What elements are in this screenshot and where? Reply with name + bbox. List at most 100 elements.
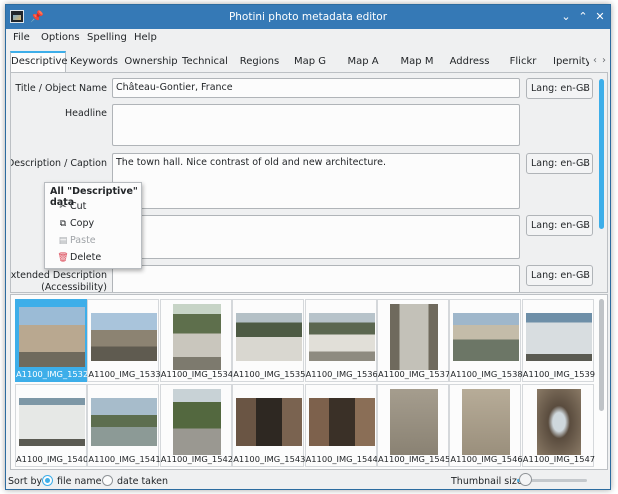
- thumbnail-caption: A1100_IMG_1541: [88, 454, 161, 464]
- tab-keywords[interactable]: Keywords: [68, 53, 120, 72]
- thumbnail-caption: A1100_IMG_1543: [233, 454, 306, 464]
- tab-ownership[interactable]: Ownership: [121, 53, 181, 72]
- extended-description-label: Extended Description: [10, 270, 107, 281]
- thumbnail-item[interactable]: A1100_IMG_1544: [304, 384, 378, 467]
- menu-item-label: Copy: [70, 218, 95, 229]
- panel-scrollbar[interactable]: [598, 77, 605, 289]
- sort-date-taken-radio[interactable]: [102, 475, 113, 486]
- thumbnail-item[interactable]: A1100_IMG_1536: [304, 299, 378, 382]
- app-window: 📌 Photini photo metadata editor ⌄ ⌃ ✕ Fi…: [5, 4, 611, 490]
- menu-item-label: Delete: [70, 252, 102, 263]
- thumbnail-image: [236, 398, 303, 446]
- thumbnail-image: [525, 313, 592, 361]
- scrollbar-handle[interactable]: [599, 79, 604, 229]
- title-field[interactable]: Château-Gontier, France: [112, 78, 520, 98]
- thumbnail-item[interactable]: A1100_IMG_1541: [87, 384, 161, 467]
- thumbnail-item[interactable]: A1100_IMG_1539: [521, 299, 596, 382]
- thumbnail-scrollbar[interactable]: [598, 299, 605, 467]
- menu-file[interactable]: File: [13, 32, 30, 43]
- tab-address[interactable]: Address: [447, 53, 492, 72]
- thumbnail-caption: A1100_IMG_1532: [16, 369, 89, 379]
- thumbnail-image: [462, 389, 511, 455]
- title-bar[interactable]: 📌 Photini photo metadata editor ⌄ ⌃ ✕: [6, 5, 610, 29]
- sort-label: Sort by: [8, 476, 43, 487]
- minimize-icon[interactable]: ⌄: [558, 9, 574, 25]
- menu-item-cut[interactable]: ✂ Cut: [45, 199, 141, 215]
- window-title: Photini photo metadata editor: [228, 11, 388, 23]
- thumbnail-image: [390, 304, 438, 370]
- headline-field[interactable]: [112, 104, 520, 146]
- thumbnail-item[interactable]: A1100_IMG_1533: [87, 299, 161, 382]
- description-field[interactable]: The town hall. Nice contrast of old and …: [112, 153, 520, 209]
- thumbnail-caption: A1100_IMG_1546: [450, 454, 523, 464]
- thumbnail-item[interactable]: A1100_IMG_1546: [449, 384, 523, 467]
- thumbnail-item[interactable]: A1100_IMG_1540: [15, 384, 89, 467]
- menu-help[interactable]: Help: [134, 32, 157, 43]
- menu-item-paste[interactable]: ▤ Paste: [45, 233, 141, 249]
- thumbnail-item[interactable]: A1100_IMG_1532: [15, 299, 89, 382]
- thumbnail-item[interactable]: A1100_IMG_1545: [377, 384, 450, 467]
- title-lang-select[interactable]: Lang: en-GB ⌄: [526, 78, 593, 99]
- thumbnail-image: [308, 313, 375, 361]
- close-icon[interactable]: ✕: [592, 9, 608, 25]
- sort-file-name-radio[interactable]: [42, 475, 53, 486]
- tab-bar: Descriptive Keywords Ownership Technical…: [10, 51, 608, 73]
- menu-item-label: Paste: [70, 235, 96, 246]
- thumbnail-item[interactable]: A1100_IMG_1534: [159, 299, 233, 382]
- menu-item-label: Cut: [70, 201, 87, 212]
- thumbnail-item[interactable]: A1100_IMG_1542: [159, 384, 234, 467]
- tab-regions[interactable]: Regions: [236, 53, 283, 72]
- chevron-down-icon: ⌄: [581, 221, 588, 230]
- tab-map-a[interactable]: Map A: [343, 53, 383, 72]
- tab-ipernity[interactable]: Ipernity: [553, 53, 589, 72]
- menu-spelling[interactable]: Spelling: [87, 32, 127, 43]
- chevron-down-icon: ⌄: [581, 159, 588, 168]
- thumbnail-image: [91, 313, 158, 361]
- extended-description-label-2: (Accessibility): [41, 282, 107, 293]
- copy-icon: ⧉: [59, 219, 67, 229]
- tab-technical[interactable]: Technical: [180, 53, 230, 72]
- clipboard-icon: ▤: [58, 236, 68, 246]
- thumbnail-caption: A1100_IMG_1538: [450, 369, 523, 379]
- thumbnail-item[interactable]: A1100_IMG_1543: [232, 384, 306, 467]
- description-lang-select[interactable]: Lang: en-GB ⌄: [526, 153, 593, 174]
- tab-scroll-right-icon[interactable]: ›: [602, 55, 606, 66]
- menu-options[interactable]: Options: [41, 32, 80, 43]
- menu-item-delete[interactable]: 🗑 Delete: [45, 250, 141, 266]
- extended-description-field[interactable]: [112, 265, 520, 292]
- thumbnail-grid: A1100_IMG_1532 A1100_IMG_1533 A1100_IMG_15…: [10, 294, 608, 470]
- tab-map-g[interactable]: Map G: [290, 53, 330, 72]
- thumbnail-caption: A1100_IMG_1539: [522, 369, 596, 379]
- tab-flickr[interactable]: Flickr: [504, 53, 542, 72]
- thumbnail-caption: A1100_IMG_1533: [88, 369, 161, 379]
- thumbnail-item[interactable]: A1100_IMG_1547: [521, 384, 595, 467]
- thumbnail-caption: A1100_IMG_1540: [16, 454, 89, 464]
- alt-text-lang-select[interactable]: Lang: en-GB ⌄: [526, 215, 593, 236]
- thumbnail-caption: A1100_IMG_1535: [233, 369, 306, 379]
- thumbnail-image: [236, 313, 303, 361]
- extended-lang-select[interactable]: Lang: en-GB ⌄: [526, 265, 593, 286]
- thumbnail-image: [19, 307, 85, 367]
- thumbnail-item[interactable]: A1100_IMG_1535: [232, 299, 306, 382]
- sort-file-name-label[interactable]: file name: [57, 476, 101, 487]
- thumbnail-image: [536, 389, 581, 455]
- thumbnail-caption: A1100_IMG_1536: [305, 369, 378, 379]
- tab-scroll-left-icon[interactable]: ‹: [593, 55, 597, 66]
- maximize-icon[interactable]: ⌃: [575, 9, 591, 25]
- thumbnail-size-label: Thumbnail size: [451, 476, 523, 487]
- thumbnail-item[interactable]: A1100_IMG_1538: [449, 299, 523, 382]
- scrollbar-handle[interactable]: [599, 299, 604, 411]
- menu-item-copy[interactable]: ⧉ Copy: [45, 216, 141, 232]
- tab-map-m[interactable]: Map M: [396, 53, 438, 72]
- alt-text-field[interactable]: [112, 215, 520, 259]
- menu-bar: File Options Spelling Help: [6, 29, 610, 49]
- description-label: Description / Caption: [10, 158, 107, 169]
- status-bar: Sort by file name date taken Thumbnail s…: [6, 470, 610, 489]
- sort-date-taken-label[interactable]: date taken: [117, 476, 168, 487]
- thumbnail-image: [308, 398, 375, 446]
- scissors-icon: ✂: [59, 202, 67, 212]
- thumbnail-item[interactable]: A1100_IMG_1537: [377, 299, 450, 382]
- slider-handle[interactable]: [519, 473, 533, 486]
- thumbnail-caption: A1100_IMG_1542: [160, 454, 234, 464]
- tab-descriptive[interactable]: Descriptive: [10, 51, 68, 73]
